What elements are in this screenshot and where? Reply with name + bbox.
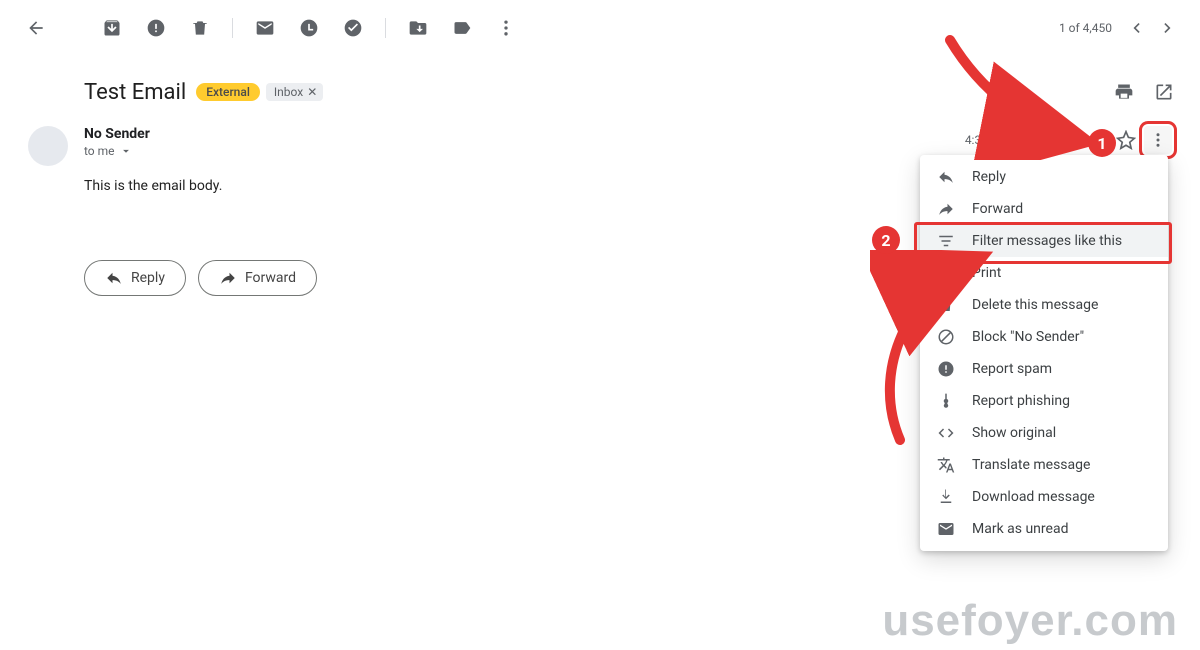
archive-icon[interactable] bbox=[92, 8, 132, 48]
trash-icon bbox=[936, 295, 956, 315]
watermark-text: usefoyer.com bbox=[882, 596, 1178, 646]
mark-unread-icon bbox=[936, 519, 956, 539]
star-icon[interactable] bbox=[1116, 130, 1136, 150]
mark-unread-icon[interactable] bbox=[245, 8, 285, 48]
code-icon bbox=[936, 423, 956, 443]
menu-filter[interactable]: Filter messages like this bbox=[920, 225, 1168, 257]
labels-icon[interactable] bbox=[442, 8, 482, 48]
menu-print[interactable]: Print bbox=[920, 257, 1168, 289]
menu-unread-label: Mark as unread bbox=[972, 521, 1068, 537]
add-to-tasks-icon[interactable] bbox=[333, 8, 373, 48]
toolbar-separator bbox=[385, 18, 386, 38]
print-icon bbox=[936, 263, 956, 283]
snooze-icon[interactable] bbox=[289, 8, 329, 48]
menu-reply-label: Reply bbox=[972, 169, 1006, 185]
menu-phishing[interactable]: Report phishing bbox=[920, 385, 1168, 417]
download-icon bbox=[936, 487, 956, 507]
move-to-icon[interactable] bbox=[398, 8, 438, 48]
toolbar-right: 1 of 4,450 bbox=[1059, 12, 1184, 44]
spam-icon bbox=[936, 359, 956, 379]
to-line-text: to me bbox=[84, 144, 115, 158]
menu-unread[interactable]: Mark as unread bbox=[920, 513, 1168, 545]
back-icon[interactable] bbox=[16, 8, 56, 48]
inbox-chip-close-icon[interactable]: ✕ bbox=[307, 85, 317, 99]
reply-button[interactable]: Reply bbox=[84, 260, 186, 296]
menu-print-label: Print bbox=[972, 265, 1001, 281]
menu-forward[interactable]: Forward bbox=[920, 193, 1168, 225]
translate-icon bbox=[936, 455, 956, 475]
sender-name: No Sender bbox=[84, 126, 150, 142]
menu-spam-label: Report spam bbox=[972, 361, 1052, 377]
message-more-button[interactable] bbox=[1144, 126, 1172, 154]
annotation-callout-1: 1 bbox=[1088, 129, 1116, 157]
reply-icon bbox=[936, 167, 956, 187]
forward-icon bbox=[936, 199, 956, 219]
menu-reply[interactable]: Reply bbox=[920, 161, 1168, 193]
menu-translate-label: Translate message bbox=[972, 457, 1090, 473]
inbox-chip[interactable]: Inbox ✕ bbox=[266, 83, 323, 101]
message-context-menu: Reply Forward Filter messages like this … bbox=[920, 155, 1168, 551]
external-chip: External bbox=[196, 83, 260, 101]
menu-download[interactable]: Download message bbox=[920, 481, 1168, 513]
reply-button-label: Reply bbox=[131, 270, 165, 286]
menu-translate[interactable]: Translate message bbox=[920, 449, 1168, 481]
subject-row: Test Email External Inbox ✕ bbox=[0, 56, 1200, 116]
block-icon bbox=[936, 327, 956, 347]
toolbar-left bbox=[16, 8, 526, 48]
chevron-down-icon bbox=[119, 144, 133, 158]
message-meta: 4:30 PM (38 minutes ago) bbox=[965, 126, 1172, 154]
avatar bbox=[28, 126, 68, 166]
menu-spam[interactable]: Report spam bbox=[920, 353, 1168, 385]
email-subject: Test Email bbox=[84, 80, 186, 105]
filter-icon bbox=[936, 231, 956, 251]
annotation-callout-2: 2 bbox=[872, 226, 900, 254]
menu-block-label: Block "No Sender" bbox=[972, 329, 1084, 345]
forward-button[interactable]: Forward bbox=[198, 260, 317, 296]
print-icon[interactable] bbox=[1108, 76, 1140, 108]
menu-delete-label: Delete this message bbox=[972, 297, 1098, 313]
toolbar-separator bbox=[232, 18, 233, 38]
report-spam-icon[interactable] bbox=[136, 8, 176, 48]
pager-text: 1 of 4,450 bbox=[1059, 21, 1112, 35]
message-time: 4:30 PM bbox=[965, 133, 1009, 147]
pager-next-icon[interactable] bbox=[1152, 12, 1184, 44]
inbox-chip-label: Inbox bbox=[274, 85, 303, 99]
forward-button-label: Forward bbox=[245, 270, 296, 286]
toolbar: 1 of 4,450 bbox=[0, 0, 1200, 56]
open-new-window-icon[interactable] bbox=[1148, 76, 1180, 108]
delete-icon[interactable] bbox=[180, 8, 220, 48]
phishing-icon bbox=[936, 391, 956, 411]
menu-filter-label: Filter messages like this bbox=[972, 233, 1122, 249]
pager-prev-icon[interactable] bbox=[1120, 12, 1152, 44]
menu-delete[interactable]: Delete this message bbox=[920, 289, 1168, 321]
menu-phishing-label: Report phishing bbox=[972, 393, 1070, 409]
menu-original[interactable]: Show original bbox=[920, 417, 1168, 449]
menu-forward-label: Forward bbox=[972, 201, 1023, 217]
menu-download-label: Download message bbox=[972, 489, 1095, 505]
menu-original-label: Show original bbox=[972, 425, 1056, 441]
more-toolbar-icon[interactable] bbox=[486, 8, 526, 48]
menu-block[interactable]: Block "No Sender" bbox=[920, 321, 1168, 353]
